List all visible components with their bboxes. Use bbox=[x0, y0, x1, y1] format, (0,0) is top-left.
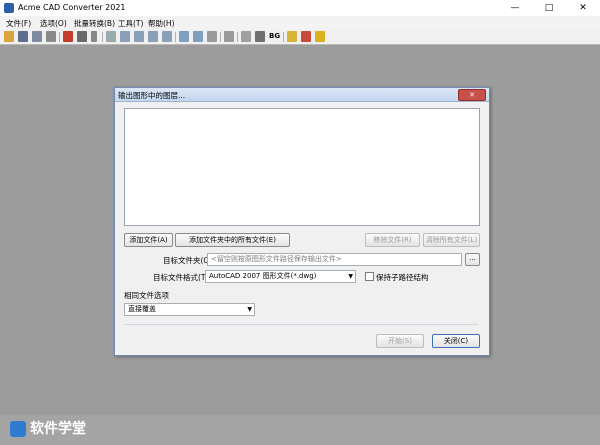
target-format-label: 目标文件格式(T) bbox=[153, 273, 209, 282]
save-all-icon[interactable] bbox=[32, 31, 42, 42]
target-format-select[interactable]: AutoCAD 2007 图形文件(*.dwg) ▼ bbox=[205, 270, 356, 283]
menu-tools[interactable]: 工具(T) bbox=[118, 18, 143, 29]
dialog-title: 输出图形中的图层... bbox=[118, 91, 186, 100]
menu-options[interactable]: 选项(O) bbox=[40, 18, 67, 29]
layers-icon[interactable] bbox=[224, 31, 234, 42]
title-bar: Acme CAD Converter 2021 — □ ✕ bbox=[0, 0, 600, 17]
toolbar-separator bbox=[59, 32, 60, 42]
zoom-in-icon[interactable] bbox=[120, 31, 130, 42]
watermark-text: 软件学堂 bbox=[30, 421, 86, 437]
file-list[interactable] bbox=[124, 108, 480, 226]
print-icon[interactable] bbox=[46, 31, 56, 42]
toolbar: BG bbox=[0, 30, 600, 45]
toolbar-separator bbox=[102, 32, 103, 42]
zoom-extents-icon[interactable] bbox=[162, 31, 172, 42]
about-icon[interactable] bbox=[315, 31, 325, 42]
save-icon[interactable] bbox=[18, 31, 28, 42]
start-button[interactable]: 开始(S) bbox=[376, 334, 424, 348]
divider bbox=[124, 324, 478, 325]
same-file-options-select[interactable]: 直接覆盖 ▼ bbox=[124, 303, 255, 316]
toolbar-separator bbox=[220, 32, 221, 42]
print-dropdown-icon[interactable] bbox=[77, 31, 87, 42]
minimize-button[interactable]: — bbox=[498, 0, 532, 16]
register-icon[interactable] bbox=[301, 31, 311, 42]
chevron-down-icon: ▼ bbox=[348, 273, 353, 280]
remove-file-button[interactable]: 移除文件(R) bbox=[365, 233, 420, 247]
maximize-button[interactable]: □ bbox=[532, 0, 566, 16]
dialog-close-icon[interactable]: ✕ bbox=[458, 89, 486, 101]
warning-icon[interactable] bbox=[287, 31, 297, 42]
zoom-out-icon[interactable] bbox=[134, 31, 144, 42]
keep-subdir-label: 保持子路径结构 bbox=[376, 273, 429, 282]
fit-icon[interactable] bbox=[241, 31, 251, 42]
same-file-options-label: 相同文件选项 bbox=[124, 291, 169, 300]
same-file-options-value: 直接覆盖 bbox=[128, 305, 156, 313]
status-bar bbox=[0, 415, 600, 445]
close-button[interactable]: 关闭(C) bbox=[432, 334, 480, 348]
add-file-button[interactable]: 添加文件(A) bbox=[124, 233, 173, 247]
open-icon[interactable] bbox=[4, 31, 14, 42]
clear-all-button[interactable]: 清除所有文件(L) bbox=[423, 233, 480, 247]
rotate-icon[interactable] bbox=[207, 31, 217, 42]
window-title: Acme CAD Converter 2021 bbox=[18, 3, 126, 12]
app-icon bbox=[4, 3, 14, 13]
toolbar-separator bbox=[237, 32, 238, 42]
menu-file[interactable]: 文件(F) bbox=[6, 18, 31, 29]
convert-icon[interactable] bbox=[63, 31, 73, 42]
background-color-button[interactable]: BG bbox=[269, 32, 280, 40]
toolbar-separator bbox=[175, 32, 176, 42]
chevron-down-icon[interactable] bbox=[91, 31, 97, 42]
target-folder-input[interactable]: <留空则按原图形文件路径保存输出文件> bbox=[207, 253, 462, 266]
add-folder-files-button[interactable]: 添加文件夹中的所有文件(E) bbox=[175, 233, 290, 247]
zoom-window-icon[interactable] bbox=[148, 31, 158, 42]
pan-icon[interactable] bbox=[106, 31, 116, 42]
close-window-button[interactable]: ✕ bbox=[566, 0, 600, 16]
zoom-realtime-icon[interactable] bbox=[179, 31, 189, 42]
dialog-title-bar: 输出图形中的图层... ✕ bbox=[115, 88, 489, 102]
watermark-logo-icon bbox=[10, 421, 26, 437]
keep-subdir-checkbox[interactable] bbox=[365, 272, 374, 281]
menu-help[interactable]: 帮助(H) bbox=[148, 18, 175, 29]
menu-batch-convert[interactable]: 批量转换(B) bbox=[74, 18, 115, 29]
redraw-icon[interactable] bbox=[193, 31, 203, 42]
black-white-icon[interactable] bbox=[255, 31, 265, 42]
target-folder-label: 目标文件夹(Q) bbox=[163, 256, 213, 265]
browse-button[interactable]: ... bbox=[465, 253, 480, 266]
batch-convert-dialog: 输出图形中的图层... ✕ 添加文件(A) 添加文件夹中的所有文件(E) 移除文… bbox=[114, 87, 490, 356]
chevron-down-icon: ▼ bbox=[247, 306, 252, 313]
toolbar-separator bbox=[283, 32, 284, 42]
menu-bar: 文件(F) 选项(O) 批量转换(B) 工具(T) 帮助(H) bbox=[0, 16, 600, 30]
target-format-value: AutoCAD 2007 图形文件(*.dwg) bbox=[209, 272, 317, 280]
